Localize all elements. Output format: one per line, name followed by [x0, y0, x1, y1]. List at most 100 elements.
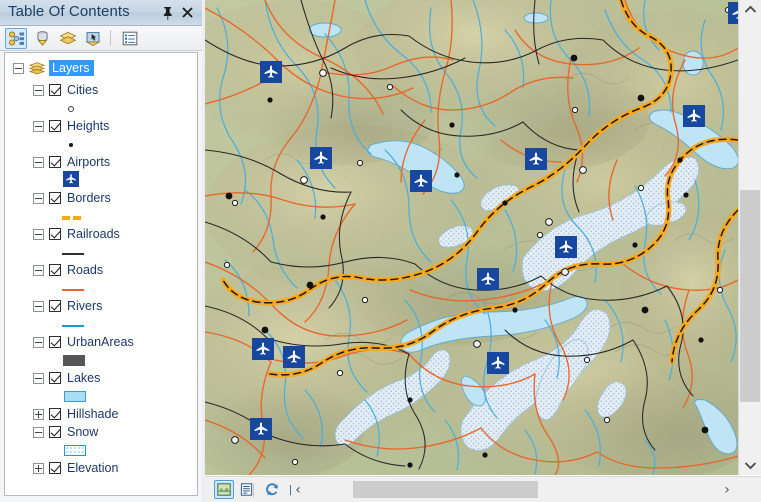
vertical-scroll-thumb[interactable] — [740, 190, 760, 402]
map-city-point[interactable] — [320, 214, 326, 220]
expander-lakes[interactable] — [33, 372, 44, 384]
list-by-source-button[interactable] — [31, 28, 53, 49]
map-airport-marker[interactable] — [250, 418, 272, 440]
map-city-point[interactable] — [306, 281, 314, 289]
scroll-up-button[interactable] — [739, 0, 761, 19]
map-city-point[interactable] — [291, 458, 299, 466]
checkbox-lakes[interactable] — [49, 372, 61, 384]
map-horizontal-scrollbar[interactable]: ‹ › — [291, 480, 737, 499]
refresh-view-button[interactable] — [262, 480, 282, 499]
expander-urbanareas[interactable] — [33, 336, 44, 348]
map-city-point[interactable] — [231, 436, 239, 444]
map-airport-marker[interactable] — [477, 268, 499, 290]
map-city-point[interactable] — [579, 166, 587, 174]
layer-row-airports[interactable]: Airports — [33, 153, 110, 171]
checkbox-roads[interactable] — [49, 264, 61, 276]
map-airport-marker[interactable] — [283, 346, 305, 368]
map-city-point[interactable] — [632, 242, 638, 248]
map-city-point[interactable] — [637, 94, 645, 102]
expander-layers[interactable] — [13, 62, 24, 74]
map-city-point[interactable] — [407, 462, 413, 468]
map-city-point[interactable] — [319, 69, 327, 77]
map-city-point[interactable] — [502, 200, 508, 206]
map-city-point[interactable] — [536, 231, 544, 239]
checkbox-cities[interactable] — [49, 84, 61, 96]
map-city-point[interactable] — [300, 176, 308, 184]
scroll-right-button[interactable]: › — [717, 480, 737, 499]
scroll-down-button[interactable] — [739, 456, 761, 475]
checkbox-hillshade[interactable] — [49, 408, 61, 420]
map-canvas[interactable] — [205, 0, 738, 475]
map-city-point[interactable] — [561, 268, 569, 276]
checkbox-urbanareas[interactable] — [49, 336, 61, 348]
map-city-point[interactable] — [267, 97, 273, 103]
expander-cities[interactable] — [33, 84, 44, 96]
map-city-point[interactable] — [641, 306, 649, 314]
scroll-left-button[interactable]: ‹ — [289, 480, 307, 499]
map-city-point[interactable] — [698, 337, 704, 343]
expander-roads[interactable] — [33, 264, 44, 276]
expander-heights[interactable] — [33, 120, 44, 132]
map-city-point[interactable] — [361, 296, 369, 304]
checkbox-rivers[interactable] — [49, 300, 61, 312]
map-city-point[interactable] — [571, 106, 579, 114]
options-button[interactable] — [119, 28, 141, 49]
map-city-point[interactable] — [449, 122, 455, 128]
map-city-point[interactable] — [545, 218, 553, 226]
map-city-point[interactable] — [637, 184, 645, 192]
layer-row-hillshade[interactable]: Hillshade — [33, 405, 118, 423]
horizontal-scroll-thumb[interactable] — [353, 481, 538, 498]
checkbox-airports[interactable] — [49, 156, 61, 168]
map-airport-marker[interactable] — [555, 236, 577, 258]
map-airport-marker[interactable] — [728, 2, 738, 24]
map-city-point[interactable] — [512, 307, 518, 313]
map-city-point[interactable] — [677, 157, 683, 163]
layer-row-urbanareas[interactable]: UrbanAreas — [33, 333, 134, 351]
expander-railroads[interactable] — [33, 228, 44, 240]
layer-row-roads[interactable]: Roads — [33, 261, 103, 279]
checkbox-borders[interactable] — [49, 192, 61, 204]
list-by-selection-button[interactable] — [83, 28, 105, 49]
expander-hillshade[interactable] — [33, 408, 44, 420]
layer-row-rivers[interactable]: Rivers — [33, 297, 102, 315]
map-city-point[interactable] — [386, 83, 394, 91]
map-city-point[interactable] — [225, 192, 233, 200]
map-city-point[interactable] — [683, 192, 689, 198]
map-city-point[interactable] — [407, 397, 413, 403]
map-city-point[interactable] — [356, 159, 364, 167]
expander-airports[interactable] — [33, 156, 44, 168]
layer-row-lakes[interactable]: Lakes — [33, 369, 100, 387]
expander-snow[interactable] — [33, 426, 44, 438]
list-by-drawing-order-button[interactable] — [5, 28, 27, 49]
map-city-point[interactable] — [701, 426, 709, 434]
map-city-point[interactable] — [223, 261, 231, 269]
layer-tree[interactable]: Layers Cities Heights Airports Borders R… — [4, 52, 198, 496]
checkbox-railroads[interactable] — [49, 228, 61, 240]
auto-hide-pin-icon[interactable] — [159, 4, 176, 21]
layer-row-borders[interactable]: Borders — [33, 189, 111, 207]
list-by-visibility-button[interactable] — [57, 28, 79, 49]
map-airport-marker[interactable] — [260, 61, 282, 83]
map-airport-marker[interactable] — [252, 338, 274, 360]
map-airport-marker[interactable] — [487, 352, 509, 374]
map-airport-marker[interactable] — [525, 148, 547, 170]
close-icon[interactable] — [179, 4, 196, 21]
layer-row-snow[interactable]: Snow — [33, 423, 98, 441]
map-city-point[interactable] — [473, 340, 481, 348]
expander-borders[interactable] — [33, 192, 44, 204]
map-airport-marker[interactable] — [310, 147, 332, 169]
map-city-point[interactable] — [716, 286, 724, 294]
checkbox-elevation[interactable] — [49, 462, 61, 474]
checkbox-snow[interactable] — [49, 426, 61, 438]
layer-row-heights[interactable]: Heights — [33, 117, 109, 135]
map-city-point[interactable] — [603, 416, 611, 424]
map-airport-marker[interactable] — [410, 170, 432, 192]
data-view-button[interactable] — [214, 480, 234, 499]
expander-rivers[interactable] — [33, 300, 44, 312]
map-city-point[interactable] — [570, 54, 578, 62]
expander-elevation[interactable] — [33, 462, 44, 474]
map-city-point[interactable] — [261, 326, 269, 334]
map-city-point[interactable] — [336, 369, 344, 377]
layer-row-elevation[interactable]: Elevation — [33, 459, 118, 477]
map-city-point[interactable] — [583, 356, 591, 364]
